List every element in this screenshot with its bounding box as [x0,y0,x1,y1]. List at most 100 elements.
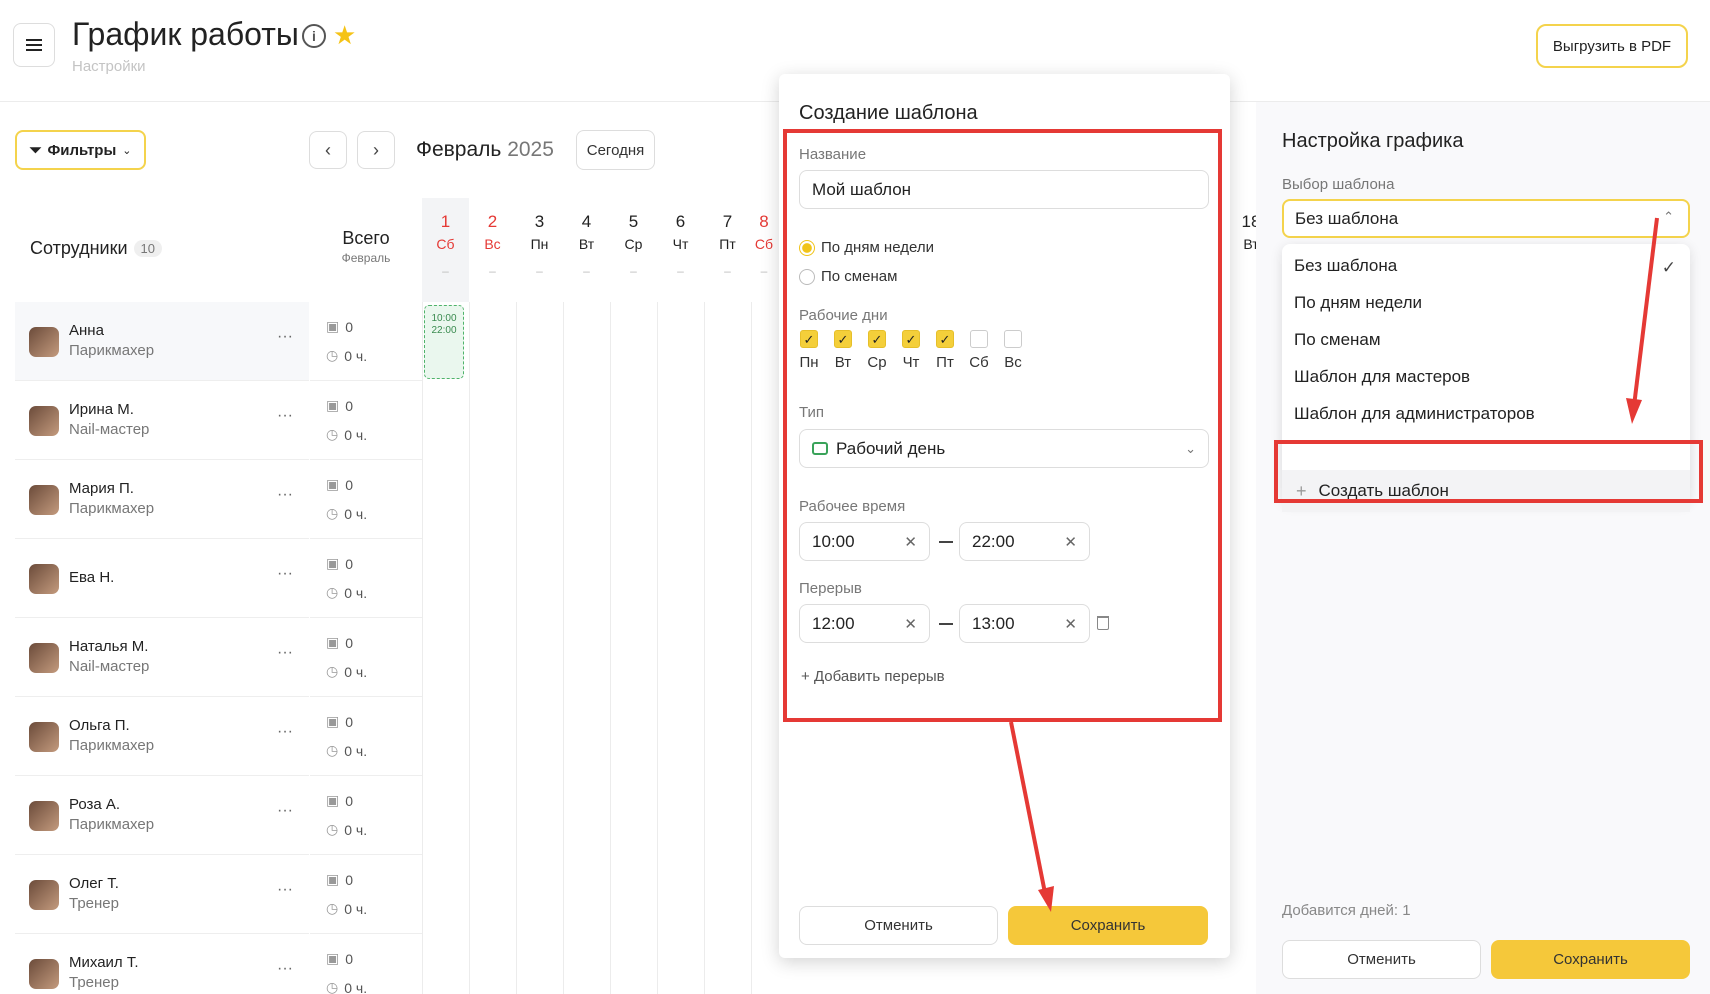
clock-icon: ◷ [326,742,339,758]
more-icon[interactable]: ··· [277,723,293,741]
template-select-value: Без шаблона [1295,209,1399,228]
day-weekday: Пн [530,236,549,252]
prev-month-button[interactable]: ‹ [309,131,347,169]
grid-line [563,302,564,994]
employee-row[interactable]: Анна Парикмахер ··· [15,302,309,381]
total-header: Всего Февраль [334,228,398,265]
more-icon[interactable]: ··· [277,486,293,504]
menu-button[interactable] [13,23,55,67]
total-row: ▣ 0 ◷ 0 ч. [310,618,422,697]
day-dash: – [760,264,768,278]
employee-row[interactable]: Олег Т. Тренер ··· [15,855,309,934]
panel-title: Настройка графика [1282,130,1464,152]
hours-count: ◷ 0 ч. [326,821,368,838]
employee-row[interactable]: Ева Н. ··· [15,539,309,618]
shifts-count: ▣ 0 [326,476,354,493]
template-option[interactable]: Шаблон для администраторов [1294,404,1535,424]
export-pdf-button[interactable]: Выгрузить в PDF [1536,24,1688,68]
total-sublabel: Февраль [341,251,391,265]
briefcase-icon: ▣ [326,476,340,492]
more-icon[interactable]: ··· [277,802,293,820]
shift-start: 10:00 [431,313,457,324]
more-icon[interactable]: ··· [277,328,293,346]
employee-row[interactable]: Мария П. Парикмахер ··· [15,460,309,539]
employee-row[interactable]: Роза А. Парикмахер ··· [15,776,309,855]
briefcase-icon: ▣ [326,950,340,966]
day-column-2: 2 Вс – [469,212,516,278]
modal-save-button[interactable]: Сохранить [1008,906,1208,945]
grid-line [610,302,611,994]
briefcase-icon: ▣ [326,713,340,729]
day-number: 6 [675,212,686,231]
hours-count: ◷ 0 ч. [326,979,368,994]
day-column-7: 7 Пт – [704,212,751,278]
shifts-count: ▣ 0 [326,634,354,651]
more-icon[interactable]: ··· [277,960,293,978]
shifts-count: ▣ 0 [326,792,354,809]
briefcase-icon: ▣ [326,555,340,571]
template-select-label: Выбор шаблона [1282,176,1395,193]
day-number: 3 [534,212,545,231]
employee-row[interactable]: Михаил Т. Тренер ··· [15,934,309,994]
employee-row[interactable]: Наталья М. Nail-мастер ··· [15,618,309,697]
day-number: 4 [581,212,592,231]
panel-cancel-button[interactable]: Отменить [1282,940,1481,979]
day-dash: – [583,264,590,278]
more-icon[interactable]: ··· [277,644,293,662]
day-weekday: Вс [484,236,501,252]
employee-row[interactable]: Ирина М. Nail-мастер ··· [15,381,309,460]
day-number: 5 [628,212,639,231]
shifts-count: ▣ 0 [326,950,354,967]
employee-name: Ирина М. [69,401,134,418]
page-subtitle: Настройки [72,58,146,75]
modal-cancel-button[interactable]: Отменить [799,906,998,945]
grid-line [516,302,517,994]
day-weekday: Вт [578,236,595,252]
total-row: ▣ 0 ◷ 0 ч. [310,460,422,539]
day-column-1: 1 Сб – [422,198,469,302]
info-icon[interactable]: i [302,24,326,48]
chevron-down-icon: ⌄ [122,144,132,157]
template-select[interactable]: Без шаблона ⌃ [1282,199,1690,238]
app-root: График работы i ★ Настройки Выгрузить в … [0,0,1710,994]
total-row: ▣ 0 ◷ 0 ч. [310,539,422,618]
clock-icon: ◷ [326,347,339,363]
current-year: 2025 [507,138,554,161]
total-row: ▣ 0 ◷ 0 ч. [310,934,422,994]
day-weekday: Сб [436,236,455,252]
total-row: ▣ 0 ◷ 0 ч. [310,697,422,776]
filters-button[interactable]: ⏷ Фильтры ⌄ [15,130,146,170]
star-icon[interactable]: ★ [333,20,356,51]
next-month-button[interactable]: › [357,131,395,169]
hours-count: ◷ 0 ч. [326,900,368,917]
template-option[interactable]: Шаблон для мастеров [1294,367,1470,387]
hours-count: ◷ 0 ч. [326,426,368,443]
employee-row[interactable]: Ольга П. Парикмахер ··· [15,697,309,776]
today-button[interactable]: Сегодня [576,130,655,170]
total-row: ▣ 0 ◷ 0 ч. [310,381,422,460]
employees-header: Сотрудники 10 [30,238,162,259]
template-option[interactable]: По сменам [1294,330,1381,350]
hours-count: ◷ 0 ч. [326,584,368,601]
clock-icon: ◷ [326,663,339,679]
panel-save-button[interactable]: Сохранить [1491,940,1690,979]
template-option[interactable]: По дням недели [1294,293,1422,313]
template-option[interactable]: Без шаблона [1294,256,1397,276]
employee-name: Михаил Т. [69,954,139,971]
employee-name: Мария П. [69,480,134,497]
more-icon[interactable]: ··· [277,881,293,899]
more-icon[interactable]: ··· [277,407,293,425]
day-dash: – [677,264,684,278]
more-icon[interactable]: ··· [277,565,293,583]
total-row: ▣ 0 ◷ 0 ч. [310,302,422,381]
day-dash: – [489,264,496,278]
day-dash: – [630,264,637,278]
grid-line [469,302,470,994]
avatar [29,801,59,831]
employee-role: Парикмахер [69,737,155,754]
hours-count: ◷ 0 ч. [326,742,368,759]
shift-cell[interactable]: 10:00 22:00 [424,305,464,379]
day-column-5: 5 Ср – [610,212,657,278]
hours-count: ◷ 0 ч. [326,505,368,522]
briefcase-icon: ▣ [326,871,340,887]
